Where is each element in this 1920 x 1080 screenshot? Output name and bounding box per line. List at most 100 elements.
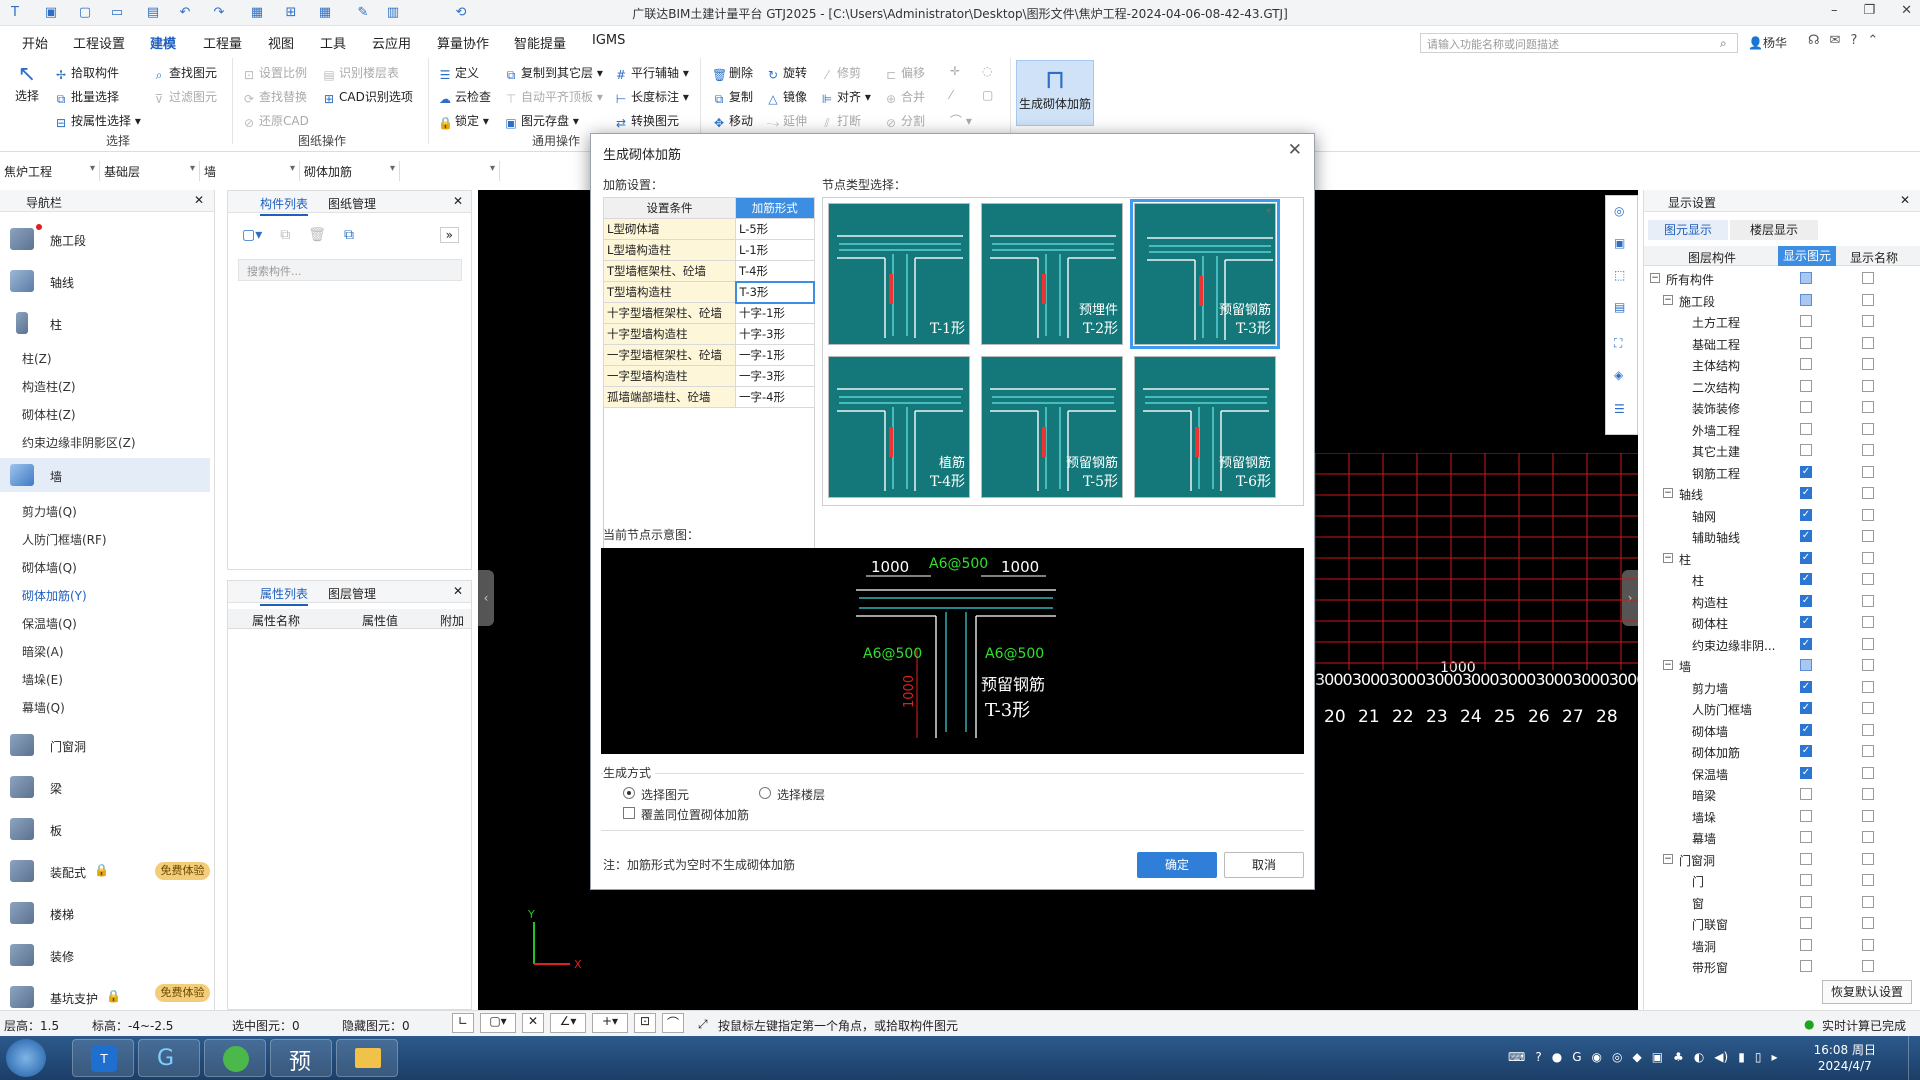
cross-icon[interactable]: ✕ [522, 1013, 544, 1033]
display-tree-row[interactable]: 保温墙 ✓ [1644, 763, 1920, 784]
show-name-checkbox[interactable] [1862, 809, 1874, 822]
radio-select-floor[interactable] [759, 787, 771, 799]
show-name-checkbox[interactable] [1862, 444, 1874, 456]
cad-options-button[interactable]: ⊞ CAD识别选项 [322, 88, 413, 106]
node-t5[interactable]: 预留钢筋 T-5形 [981, 356, 1123, 498]
copy-to-other-floor-button[interactable]: ⧉ 复制到其它层 ▾ [504, 64, 603, 82]
show-element-checkbox[interactable] [1800, 938, 1812, 951]
display-tree-row[interactable]: 墙洞 [1644, 935, 1920, 956]
close-icon[interactable]: ✕ [453, 584, 463, 598]
show-element-checkbox[interactable] [1800, 960, 1812, 972]
show-element-checkbox[interactable] [1800, 809, 1812, 822]
nav-sub-shear-wall[interactable]: 剪力墙(Q) [22, 503, 77, 520]
show-element-checkbox[interactable] [1800, 831, 1812, 843]
show-desktop-button[interactable] [1908, 1036, 1920, 1080]
override-checkbox-label[interactable]: 覆盖同位置砌体加筋 [641, 806, 749, 823]
generate-masonry-rebar-button[interactable]: ⊓ 生成砌体加筋 [1016, 60, 1094, 126]
show-element-checkbox[interactable] [1800, 358, 1812, 370]
display-tree-row[interactable]: 暗梁 [1644, 784, 1920, 805]
tray-icon-6[interactable]: ▣ [1652, 1050, 1663, 1064]
display-tree-row[interactable]: 人防门框墙 ✓ [1644, 698, 1920, 719]
show-name-checkbox[interactable] [1862, 551, 1874, 564]
tab-floor-display[interactable]: 楼层显示 [1730, 220, 1818, 240]
nav-sub-insulation-wall[interactable]: 保温墙(Q) [22, 615, 77, 632]
ok-button[interactable]: 确定 [1137, 852, 1217, 878]
display-tree-row[interactable]: − 所有构件 [1644, 268, 1920, 289]
display-tree-row[interactable]: − 墙 [1644, 655, 1920, 676]
rebar-setting-row[interactable]: 一字型墙框架柱、砼墙 一字-1形 [603, 344, 815, 366]
show-element-checkbox[interactable] [1800, 917, 1812, 929]
node-t3[interactable]: 预留钢筋 T-3形 [1130, 199, 1280, 349]
nav-item-slab[interactable]: 板 [0, 812, 210, 846]
rebar-setting-row[interactable]: T型墙框架柱、砼墙 T-4形 [603, 260, 815, 282]
nav-item-column[interactable]: 柱 [0, 306, 210, 340]
nav-item-openings[interactable]: 门窗洞 [0, 728, 210, 762]
batch-select-button[interactable]: ⧉ 批量选择 [54, 88, 119, 106]
show-name-checkbox[interactable] [1862, 272, 1874, 284]
mirror-button[interactable]: △ 镜像 [766, 88, 807, 106]
show-element-checkbox[interactable]: ✓ [1800, 766, 1812, 779]
nav-item-pit-support[interactable]: 基坑支护 🔒 免费体验 [0, 980, 210, 1014]
display-tree-row[interactable]: 钢筋工程 ✓ [1644, 462, 1920, 483]
show-name-checkbox[interactable] [1862, 293, 1874, 306]
display-tree-row[interactable]: 砌体柱 ✓ [1644, 612, 1920, 633]
settings-icon[interactable]: ⌃ [1867, 33, 1878, 48]
show-name-checkbox[interactable] [1862, 422, 1874, 435]
display-tree-row[interactable]: 带形窗 [1644, 956, 1920, 977]
menu-quantity[interactable]: 工程量 [203, 33, 242, 52]
headset-icon[interactable]: ☊ [1808, 33, 1820, 48]
show-element-checkbox[interactable] [1800, 293, 1812, 306]
nav-sub-masonry-column[interactable]: 砌体柱(Z) [22, 406, 76, 423]
display-tree-row[interactable]: 主体结构 [1644, 354, 1920, 375]
show-element-checkbox[interactable] [1800, 895, 1812, 908]
rect-tool-icon[interactable]: ▢ [982, 88, 993, 102]
merge-button[interactable]: ⊕ 合并 [884, 88, 925, 106]
component-select[interactable] [400, 161, 500, 181]
show-element-checkbox[interactable] [1800, 379, 1812, 392]
rebar-setting-row[interactable]: 十字型墙构造柱 十字-3形 [603, 323, 815, 345]
show-element-checkbox[interactable] [1800, 315, 1812, 327]
taskbar-app-ie[interactable] [204, 1039, 266, 1077]
close-icon[interactable]: ✕ [1288, 140, 1302, 160]
point-icon[interactable]: ✛ [950, 64, 960, 78]
setting-rebar-form[interactable]: 十字-1形 [735, 302, 815, 324]
display-tree-row[interactable]: − 施工段 [1644, 290, 1920, 311]
length-dim-button[interactable]: ⊢ 长度标注 ▾ [614, 88, 689, 106]
show-element-checkbox[interactable] [1800, 336, 1812, 349]
show-name-checkbox[interactable] [1862, 766, 1874, 779]
nav-item-beam[interactable]: 梁 [0, 770, 210, 804]
show-element-checkbox[interactable]: ✓ [1800, 530, 1812, 542]
menu-project-settings[interactable]: 工程设置 [73, 33, 125, 52]
setting-rebar-form[interactable]: L-1形 [735, 239, 815, 261]
power-icon[interactable]: ▯ [1755, 1050, 1762, 1064]
nav-sub-constructional-column[interactable]: 构造柱(Z) [22, 378, 76, 395]
show-element-checkbox[interactable] [1800, 788, 1812, 800]
delete-component-icon[interactable]: 🗑 [308, 227, 326, 243]
show-element-checkbox[interactable]: ✓ [1800, 723, 1812, 736]
nav-item-wall[interactable]: 墙 [0, 458, 210, 492]
display-tree-row[interactable]: 门 [1644, 870, 1920, 891]
menu-tools[interactable]: 工具 [320, 33, 346, 52]
taskbar-app-2[interactable]: G [138, 1039, 200, 1077]
delete-button[interactable]: 🗑 删除 [712, 64, 753, 82]
select-button[interactable]: ↖ 选择 [14, 62, 40, 104]
tray-icon-8[interactable]: ◐ [1694, 1050, 1704, 1064]
define-button[interactable]: ☰ 定义 [438, 64, 479, 82]
tray-icon-5[interactable]: ◆ [1632, 1050, 1641, 1064]
display-tree-row[interactable]: 基础工程 [1644, 333, 1920, 354]
cancel-button[interactable]: 取消 [1224, 852, 1304, 878]
nav-sub-civil-defense-wall[interactable]: 人防门框墙(RF) [22, 531, 107, 548]
nav-item-section[interactable]: 施工段 [0, 222, 210, 256]
function-search-input[interactable]: 请输入功能名称或问题描述 [1420, 33, 1738, 53]
display-tree-row[interactable]: 构造柱 ✓ [1644, 591, 1920, 612]
display-tree-row[interactable]: 约束边缘非阴... ✓ [1644, 634, 1920, 655]
show-name-checkbox[interactable] [1862, 831, 1874, 843]
component-search-input[interactable]: 搜索构件... [238, 259, 462, 281]
rebar-setting-row[interactable]: 孤墙端部墙柱、砼墙 一字-4形 [603, 386, 815, 408]
snap-icon[interactable]: ▢▾ [480, 1013, 516, 1033]
rebar-setting-row[interactable]: L型墙构造柱 L-1形 [603, 239, 815, 261]
menu-modeling[interactable]: 建模 [150, 33, 177, 57]
show-name-checkbox[interactable] [1862, 917, 1874, 929]
menu-view[interactable]: 视图 [268, 33, 294, 52]
copy-button[interactable]: ⧉ 复制 [712, 88, 753, 106]
